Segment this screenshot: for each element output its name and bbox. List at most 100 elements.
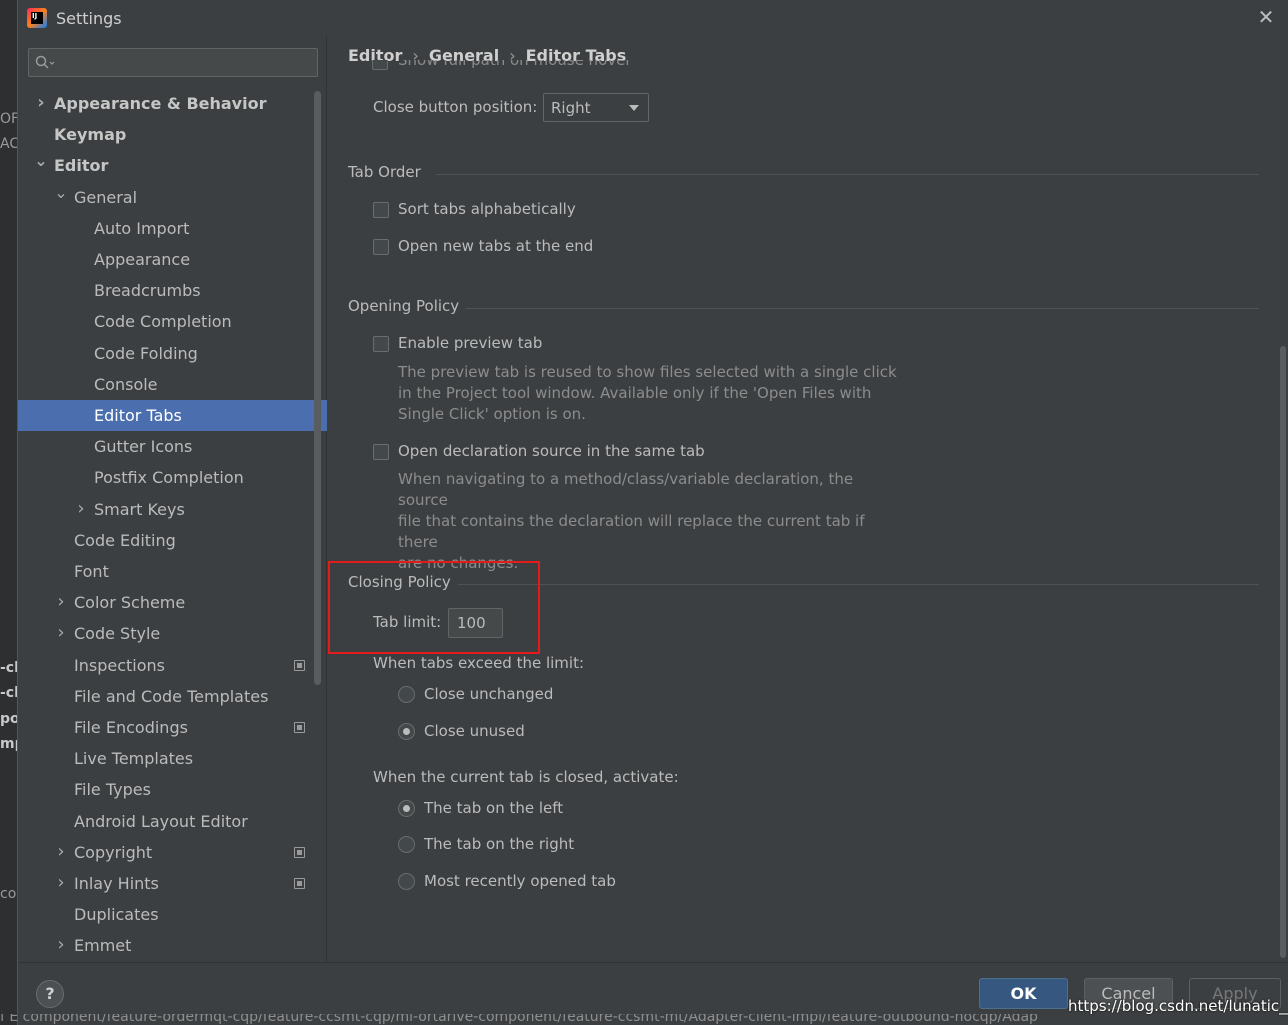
checkbox[interactable]	[372, 60, 388, 70]
chevron-down-icon[interactable]: ⌄	[54, 182, 68, 213]
tab-on-right-radio[interactable]	[398, 836, 415, 853]
divider	[436, 174, 1259, 175]
sidebar-item-editor[interactable]: ⌄ Editor	[18, 150, 327, 181]
sidebar-item-label: Color Scheme	[74, 593, 186, 612]
background-text: cor	[0, 886, 17, 902]
tab-on-left-radio[interactable]	[398, 800, 415, 817]
chevron-right-icon[interactable]: ›	[34, 88, 48, 119]
sidebar-item-label: Inspections	[74, 656, 165, 675]
sidebar-item-breadcrumbs[interactable]: Breadcrumbs	[18, 275, 327, 306]
background-text: por	[0, 711, 17, 727]
sidebar-item-label: Emmet	[74, 936, 132, 955]
select-value: Right	[551, 99, 591, 117]
sidebar-item-appearance-behavior[interactable]: › Appearance & Behavior	[18, 88, 327, 119]
sidebar-item-inspections[interactable]: Inspections	[18, 650, 327, 681]
sidebar-item-label: Live Templates	[74, 749, 194, 768]
help-icon[interactable]: ?	[36, 980, 64, 1008]
sidebar-item-android-layout-editor[interactable]: Android Layout Editor	[18, 806, 327, 837]
preview-tab-checkbox[interactable]	[373, 336, 389, 352]
background-text: mp	[0, 736, 17, 752]
sidebar-item-label: Code Editing	[74, 531, 176, 550]
sidebar-item-label: Appearance & Behavior	[54, 94, 267, 113]
open-at-end-label[interactable]: Open new tabs at the end	[398, 237, 593, 255]
background-text: OF	[0, 111, 17, 127]
sidebar-item-color-scheme[interactable]: › Color Scheme	[18, 587, 327, 618]
chevron-right-icon[interactable]: ›	[54, 587, 68, 618]
sidebar-item-label: Smart Keys	[94, 500, 185, 519]
open-at-end-checkbox[interactable]	[373, 239, 389, 255]
chevron-right-icon[interactable]: ›	[54, 618, 68, 649]
sidebar-item-file-types[interactable]: File Types	[18, 774, 327, 805]
sidebar-item-appearance[interactable]: Appearance	[18, 244, 327, 275]
chevron-right-icon[interactable]: ›	[74, 494, 88, 525]
chevron-right-icon[interactable]: ›	[54, 868, 68, 899]
sidebar-item-inlay-hints[interactable]: › Inlay Hints	[18, 868, 327, 899]
sidebar-item-duplicates[interactable]: Duplicates	[18, 899, 327, 930]
sidebar-item-postfix-completion[interactable]: Postfix Completion	[18, 462, 327, 493]
close-unused-radio[interactable]	[398, 723, 415, 740]
sidebar-item-editor-tabs[interactable]: Editor Tabs	[18, 400, 327, 431]
sort-alphabetically-checkbox[interactable]	[373, 202, 389, 218]
sidebar-item-label: Duplicates	[74, 905, 159, 924]
sidebar-item-code-editing[interactable]: Code Editing	[18, 525, 327, 556]
sidebar-item-label: Font	[74, 562, 109, 581]
sidebar-item-label: Code Folding	[94, 344, 198, 363]
close-unchanged-label[interactable]: Close unchanged	[424, 685, 553, 703]
search-input[interactable]	[28, 48, 318, 77]
sidebar-item-label: Console	[94, 375, 158, 394]
close-button-position-select[interactable]: Right	[543, 93, 649, 122]
tab-on-right-label[interactable]: The tab on the right	[424, 835, 574, 853]
sidebar-item-console[interactable]: Console	[18, 369, 327, 400]
chevron-right-icon[interactable]: ›	[54, 837, 68, 868]
sidebar-item-label: Postfix Completion	[94, 468, 244, 487]
title-bar: IJ Settings ✕	[18, 0, 1288, 36]
sort-alphabetically-label[interactable]: Sort tabs alphabetically	[398, 200, 576, 218]
sidebar-item-live-templates[interactable]: Live Templates	[18, 743, 327, 774]
window-title: Settings	[56, 9, 122, 28]
tab-on-left-label[interactable]: The tab on the left	[424, 799, 563, 817]
exceed-limit-label: When tabs exceed the limit:	[373, 654, 585, 672]
close-unused-label[interactable]: Close unused	[424, 722, 525, 740]
chevron-down-icon[interactable]: ⌄	[34, 150, 48, 181]
ok-button[interactable]: OK	[979, 978, 1068, 1009]
sidebar-item-auto-import[interactable]: Auto Import	[18, 213, 327, 244]
sidebar-item-emmet[interactable]: › Emmet	[18, 930, 327, 961]
sidebar-item-label: Editor Tabs	[94, 406, 182, 425]
description-line: file that contains the declaration will …	[398, 512, 865, 551]
sidebar-item-label: Gutter Icons	[94, 437, 193, 456]
preview-tab-label[interactable]: Enable preview tab	[398, 334, 542, 352]
settings-dialog: IJ Settings ✕ › Appearance & Behavior Keym…	[17, 0, 1288, 1025]
cut-off-option[interactable]: Show full path on mouse hover	[372, 60, 672, 74]
sidebar-item-font[interactable]: Font	[18, 556, 327, 587]
background-text: -cli	[0, 660, 17, 676]
sidebar-item-code-completion[interactable]: Code Completion	[18, 306, 327, 337]
close-icon[interactable]: ✕	[1255, 6, 1277, 28]
sidebar-item-label: General	[74, 188, 138, 207]
sidebar-scrollbar[interactable]	[314, 91, 321, 685]
sidebar-item-label: Appearance	[94, 250, 191, 269]
most-recent-tab-radio[interactable]	[398, 873, 415, 890]
declaration-same-tab-checkbox[interactable]	[373, 444, 389, 460]
sidebar-item-smart-keys[interactable]: › Smart Keys	[18, 494, 327, 525]
sidebar-item-general[interactable]: ⌄ General	[18, 182, 327, 213]
search-icon	[35, 55, 55, 69]
sidebar-item-label: Auto Import	[94, 219, 190, 238]
sidebar-item-gutter-icons[interactable]: Gutter Icons	[18, 431, 327, 462]
project-settings-icon	[294, 878, 305, 889]
sidebar-item-code-style[interactable]: › Code Style	[18, 618, 327, 649]
content-scrollbar[interactable]	[1280, 346, 1286, 958]
most-recent-tab-label[interactable]: Most recently opened tab	[424, 872, 616, 890]
sidebar-item-label: Breadcrumbs	[94, 281, 201, 300]
sidebar-item-file-and-code-templates[interactable]: File and Code Templates	[18, 681, 327, 712]
sidebar-item-file-encodings[interactable]: File Encodings	[18, 712, 327, 743]
description-line: The preview tab is reused to show files …	[398, 363, 897, 381]
declaration-same-tab-label[interactable]: Open declaration source in the same tab	[398, 442, 705, 460]
close-unchanged-radio[interactable]	[398, 686, 415, 703]
intellij-logo-icon: IJ	[27, 8, 47, 28]
sidebar-item-code-folding[interactable]: Code Folding	[18, 338, 327, 369]
watermark-text: https://blog.csdn.net/lunatic__	[1068, 997, 1288, 1015]
sidebar-item-copyright[interactable]: › Copyright	[18, 837, 327, 868]
sidebar-item-keymap[interactable]: Keymap	[18, 119, 327, 150]
chevron-right-icon[interactable]: ›	[54, 930, 68, 961]
annotation-highlight-box	[328, 561, 540, 654]
